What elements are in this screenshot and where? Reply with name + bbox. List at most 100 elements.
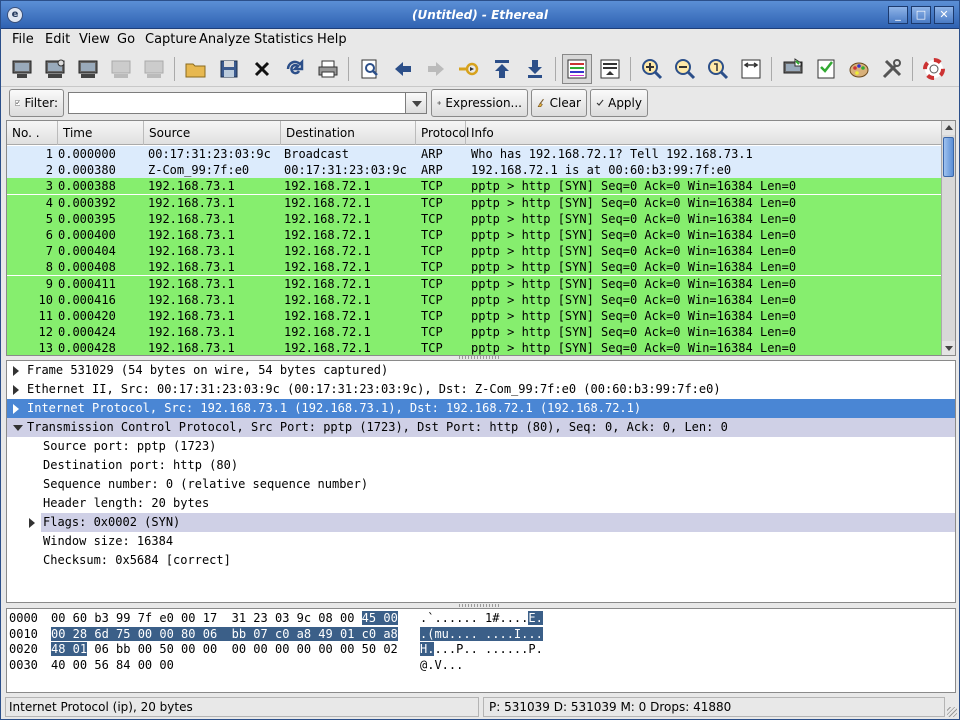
cell-source: 192.168.73.1 — [148, 276, 235, 291]
packet-row[interactable]: 7 0.000404 192.168.73.1 192.168.72.1 TCP pptp… — [7, 243, 943, 260]
hex-bytes[interactable]: 00 28 6d 75 00 00 80 06 bb 07 c0 a8 49 0… — [51, 626, 398, 642]
pane-splitter-handle[interactable] — [459, 604, 499, 607]
menu-view[interactable]: View — [79, 32, 110, 47]
go-first-button[interactable] — [487, 54, 517, 84]
menu-file[interactable]: File — [12, 32, 34, 47]
menu-go[interactable]: Go — [117, 32, 135, 47]
packet-row[interactable]: 1 0.000000 00:17:31:23:03:9c Broadcast ARP Wh… — [7, 146, 943, 162]
packet-row[interactable]: 6 0.000400 192.168.73.1 192.168.72.1 TCP pptp… — [7, 227, 943, 243]
expand-triangle-icon[interactable] — [29, 518, 35, 528]
find-packet-button[interactable] — [355, 54, 385, 84]
scroll-down-arrow[interactable] — [942, 341, 955, 355]
cell-no: 11 — [38, 309, 53, 323]
column-header-destination[interactable]: Destination — [281, 121, 416, 145]
cell-protocol: TCP — [421, 260, 443, 275]
packet-list-scrollbar[interactable] — [941, 121, 955, 355]
packet-row[interactable]: 4 0.000392 192.168.73.1 192.168.72.1 TCP pptp… — [7, 194, 943, 211]
packet-row[interactable]: 5 0.000395 192.168.73.1 192.168.72.1 TCP pptp… — [7, 210, 943, 227]
capture-interfaces-button[interactable] — [7, 54, 37, 84]
menu-analyze[interactable]: Analyze — [199, 32, 250, 47]
detail-tree-row[interactable]: Checksum: 0x5684 [correct] — [7, 551, 955, 570]
detail-tree-row[interactable]: Sequence number: 0 (relative sequence nu… — [7, 475, 955, 494]
scrollbar-thumb[interactable] — [943, 137, 954, 177]
hex-bytes[interactable]: 40 00 56 84 00 00 — [51, 658, 174, 673]
expand-triangle-icon[interactable] — [13, 404, 19, 414]
close-window-button[interactable]: ✕ — [934, 6, 954, 24]
pane-splitter-handle[interactable] — [459, 356, 499, 359]
packet-row[interactable]: 13 0.000428 192.168.73.1 192.168.72.1 TCP ppt… — [7, 340, 943, 355]
hex-ascii[interactable]: H....P.. ......P. — [420, 642, 543, 657]
menu-edit[interactable]: Edit — [45, 32, 70, 47]
filter-input[interactable] — [68, 92, 406, 114]
go-forward-button[interactable] — [421, 54, 451, 84]
detail-tree-row[interactable]: Transmission Control Protocol, Src Port:… — [7, 418, 955, 437]
detail-tree-row[interactable]: Frame 531029 (54 bytes on wire, 54 bytes… — [7, 361, 955, 380]
reload-button[interactable] — [280, 54, 310, 84]
hex-ascii[interactable]: .`...... 1#....E. — [420, 611, 543, 626]
detail-tree-row[interactable]: Flags: 0x0002 (SYN) — [29, 513, 955, 532]
preferences-button[interactable] — [877, 54, 907, 84]
capture-stop-button[interactable] — [106, 54, 136, 84]
apply-button[interactable]: Apply — [590, 89, 648, 117]
minimize-button[interactable]: _ — [888, 6, 908, 24]
packet-row[interactable]: 10 0.000416 192.168.73.1 192.168.72.1 TCP ppt… — [7, 291, 943, 308]
maximize-button[interactable]: □ — [911, 6, 931, 24]
filter-button[interactable]: Filter: — [9, 89, 64, 117]
expression-button[interactable]: Expression... — [431, 89, 528, 117]
hex-bytes[interactable]: 00 60 b3 99 7f e0 00 17 31 23 03 9c 08 0… — [51, 611, 398, 626]
capture-options-button[interactable] — [40, 54, 70, 84]
packet-row[interactable]: 12 0.000424 192.168.73.1 192.168.72.1 TCP ppt… — [7, 324, 943, 341]
zoom-out-button[interactable] — [670, 54, 700, 84]
collapse-triangle-icon[interactable] — [13, 425, 23, 431]
column-header-time[interactable]: Time — [58, 121, 144, 145]
expand-triangle-icon[interactable] — [13, 385, 19, 395]
hex-ascii[interactable]: @.V... — [420, 658, 463, 673]
clear-button[interactable]: Clear — [531, 89, 587, 117]
detail-tree-row[interactable]: Ethernet II, Src: 00:17:31:23:03:9c (00:… — [7, 380, 955, 399]
resize-grip[interactable] — [947, 707, 957, 717]
hex-ascii[interactable]: .(mu.... ....I... — [420, 626, 543, 642]
column-header-source[interactable]: Source — [144, 121, 281, 145]
print-button[interactable] — [313, 54, 343, 84]
cell-info: pptp > http [SYN] Seq=0 Ack=0 Win=16384 … — [471, 228, 797, 242]
capture-restart-button[interactable] — [139, 54, 169, 84]
column-header-protocol[interactable]: Protocol — [416, 121, 469, 145]
menu-help[interactable]: Help — [317, 32, 347, 47]
coloring-rules-button[interactable] — [844, 54, 874, 84]
resize-columns-button[interactable] — [736, 54, 766, 84]
detail-tree-row[interactable]: Destination port: http (80) — [7, 456, 955, 475]
go-last-button[interactable] — [520, 54, 550, 84]
detail-tree-row[interactable]: Header length: 20 bytes — [7, 494, 955, 513]
colorize-icon — [567, 59, 587, 79]
cell-destination: 192.168.72.1 — [284, 260, 371, 275]
packet-row[interactable]: 9 0.000411 192.168.73.1 192.168.72.1 TCP pptp… — [7, 275, 943, 292]
go-to-packet-button[interactable] — [454, 54, 484, 84]
zoom-normal-button[interactable] — [703, 54, 733, 84]
detail-tree-row[interactable]: Source port: pptp (1723) — [7, 437, 955, 456]
hex-bytes[interactable]: 48 01 06 bb 00 50 00 00 00 00 00 00 00 0… — [51, 642, 398, 657]
go-back-button[interactable] — [388, 54, 418, 84]
display-filters-button[interactable] — [811, 54, 841, 84]
detail-tree-row[interactable]: Internet Protocol, Src: 192.168.73.1 (19… — [7, 399, 955, 418]
menu-statistics[interactable]: Statistics — [254, 32, 313, 47]
auto-scroll-toggle[interactable] — [595, 54, 625, 84]
close-file-button[interactable] — [247, 54, 277, 84]
packet-row[interactable]: 3 0.000388 192.168.73.1 192.168.72.1 TCP pptp… — [7, 178, 943, 195]
capture-start-button[interactable] — [73, 54, 103, 84]
packet-row[interactable]: 11 0.000420 192.168.73.1 192.168.72.1 TCP ppt… — [7, 308, 943, 324]
zoom-in-button[interactable] — [637, 54, 667, 84]
detail-tree-row[interactable]: Window size: 16384 — [7, 532, 955, 551]
capture-filters-button[interactable] — [778, 54, 808, 84]
column-header-info[interactable]: Info — [466, 121, 943, 145]
column-header-no[interactable]: No. . — [7, 121, 58, 145]
save-file-button[interactable] — [214, 54, 244, 84]
expand-triangle-icon[interactable] — [13, 366, 19, 376]
filter-history-dropdown[interactable] — [405, 92, 427, 114]
packet-row[interactable]: 8 0.000408 192.168.73.1 192.168.72.1 TCP pptp… — [7, 259, 943, 276]
menu-capture[interactable]: Capture — [145, 32, 197, 47]
packet-row[interactable]: 2 0.000380 Z-Com_99:7f:e0 00:17:31:23:03:9c… — [7, 162, 943, 179]
help-button[interactable] — [919, 54, 949, 84]
colorize-toggle[interactable] — [562, 54, 592, 84]
scroll-up-arrow[interactable] — [942, 121, 955, 135]
open-file-button[interactable] — [181, 54, 211, 84]
